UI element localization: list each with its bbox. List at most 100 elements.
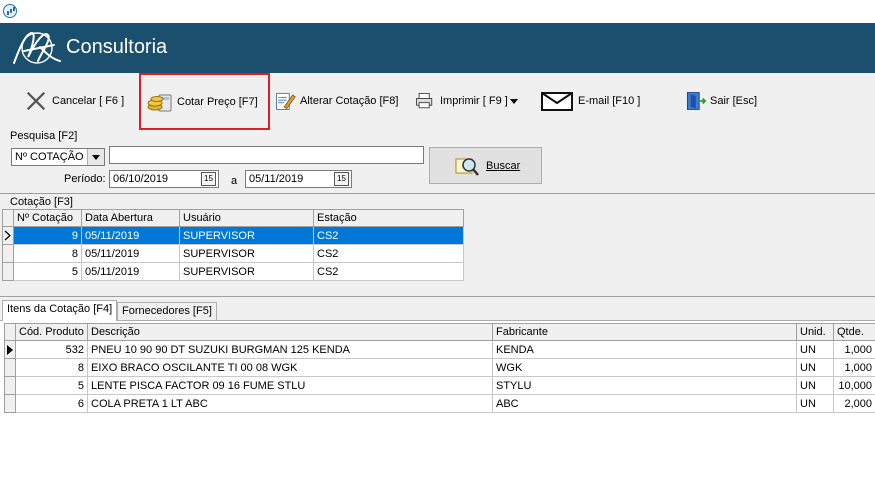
chevron-down-icon[interactable] [87, 149, 104, 165]
cell-description: COLA PRETA 1 LT ABC [87, 394, 493, 413]
search-field-select[interactable]: Nº COTAÇÃO [11, 148, 105, 166]
cell-product-code: 6 [15, 394, 88, 413]
items-header-row: Cód. Produto Descrição Fabricante Unid. … [4, 323, 875, 341]
cell-user: SUPERVISOR [179, 244, 314, 263]
items-table: Cód. Produto Descrição Fabricante Unid. … [4, 323, 875, 413]
row-pointer-icon [4, 230, 11, 241]
table-row[interactable]: 5 LENTE PISCA FACTOR 09 16 FUME STLU STY… [4, 376, 875, 395]
row-indicator [2, 226, 14, 245]
column-header[interactable]: Unid. [796, 323, 834, 341]
envelope-icon [541, 92, 573, 111]
row-indicator [2, 244, 14, 263]
email-label: E-mail [F10 ] [578, 95, 641, 107]
cell-open-date: 05/11/2019 [81, 226, 180, 245]
quote-price-button[interactable]: Cotar Preço [F7] [139, 73, 270, 130]
row-indicator-header [4, 323, 16, 341]
quotes-section-title: Cotação [F3] [10, 196, 73, 208]
column-header[interactable]: Estação [313, 209, 464, 227]
divider [0, 296, 875, 297]
date-to-field[interactable]: 05/11/2019 15 [245, 170, 352, 188]
cancel-label: Cancelar [ F6 ] [52, 95, 125, 107]
column-header[interactable]: Qtde. [833, 323, 875, 341]
tab-quote-items[interactable]: Itens da Cotação [F4] [2, 300, 118, 321]
cell-quote-number: 8 [13, 244, 82, 263]
tab-suppliers[interactable]: Fornecedores [F5] [117, 302, 217, 320]
cell-quote-number: 5 [13, 262, 82, 281]
row-indicator [4, 358, 16, 377]
column-header[interactable]: Usuário [179, 209, 314, 227]
print-button[interactable]: Imprimir [ F9 ] [414, 83, 518, 119]
exit-button[interactable]: Sair [Esc] [684, 83, 757, 119]
cell-quantity: 1,000 [833, 358, 875, 377]
table-row[interactable]: 9 05/11/2019 SUPERVISOR CS2 [2, 226, 464, 245]
email-button[interactable]: E-mail [F10 ] [540, 83, 640, 119]
chevron-down-icon[interactable] [509, 98, 518, 104]
cell-unit: UN [796, 358, 834, 377]
column-header[interactable]: Fabricante [492, 323, 797, 341]
period-separator: a [231, 175, 238, 187]
cell-quantity: 2,000 [833, 394, 875, 413]
current-row-icon [7, 345, 13, 355]
row-indicator [4, 376, 16, 395]
quotes-table: Nº Cotação Data Abertura Usuário Estação… [2, 209, 464, 281]
cell-station: CS2 [313, 244, 464, 263]
table-row[interactable]: 8 05/11/2019 SUPERVISOR CS2 [2, 244, 464, 263]
search-field-value: Nº COTAÇÃO [15, 151, 84, 163]
print-label: Imprimir [ F9 ] [440, 95, 508, 107]
cell-manufacturer: KENDA [492, 340, 797, 359]
period-label: Período: [64, 173, 106, 185]
cell-product-code: 8 [15, 358, 88, 377]
row-indicator-header [2, 209, 14, 227]
cell-quantity: 1,000 [833, 340, 875, 359]
cell-user: SUPERVISOR [179, 226, 314, 245]
cancel-button[interactable]: Cancelar [ F6 ] [24, 83, 124, 119]
cell-quantity: 10,000 [833, 376, 875, 395]
column-header[interactable]: Data Abertura [81, 209, 180, 227]
exit-door-icon [686, 92, 706, 110]
quote-price-label: Cotar Preço [F7] [177, 95, 258, 108]
cell-description: LENTE PISCA FACTOR 09 16 FUME STLU [87, 376, 493, 395]
calendar-icon[interactable]: 15 [334, 172, 349, 186]
cell-quote-number: 9 [13, 226, 82, 245]
cell-unit: UN [796, 394, 834, 413]
table-row[interactable]: 6 COLA PRETA 1 LT ABC ABC UN 2,000 [4, 394, 875, 413]
search-button-label: Buscar [486, 159, 521, 172]
edit-document-icon [276, 92, 296, 110]
row-indicator [2, 262, 14, 281]
row-indicator [4, 340, 16, 359]
edit-quote-button[interactable]: Alterar Cotação [F8] [274, 83, 398, 119]
column-header[interactable]: Nº Cotação [13, 209, 82, 227]
title-bar [0, 0, 875, 23]
cell-unit: UN [796, 340, 834, 359]
logo-signature [13, 31, 61, 64]
calendar-icon[interactable]: 15 [201, 172, 216, 186]
row-indicator [4, 394, 16, 413]
exit-label: Sair [Esc] [710, 95, 758, 107]
search-input[interactable] [109, 146, 424, 164]
brand-title: Consultoria [66, 36, 168, 58]
column-header[interactable]: Cód. Produto [15, 323, 88, 341]
search-button[interactable]: Buscar [429, 147, 542, 184]
date-to-value: 05/11/2019 [249, 173, 304, 185]
cell-station: CS2 [313, 262, 464, 281]
cell-manufacturer: ABC [492, 394, 797, 413]
cell-unit: UN [796, 376, 834, 395]
close-x-icon [26, 91, 46, 111]
cell-product-code: 5 [15, 376, 88, 395]
cell-product-code: 532 [15, 340, 88, 359]
column-header[interactable]: Descrição [87, 323, 493, 341]
table-row[interactable]: 8 EIXO BRACO OSCILANTE TI 00 08 WGK WGK … [4, 358, 875, 377]
table-row[interactable]: 532 PNEU 10 90 90 DT SUZUKI BURGMAN 125 … [4, 340, 875, 359]
app-chart-icon [3, 4, 17, 18]
date-from-field[interactable]: 06/10/2019 15 [109, 170, 219, 188]
cell-manufacturer: WGK [492, 358, 797, 377]
cell-open-date: 05/11/2019 [81, 262, 180, 281]
coins-calculator-icon [147, 94, 172, 111]
tab-strip: Itens da Cotação [F4] Fornecedores [F5] [0, 300, 875, 321]
cell-description: PNEU 10 90 90 DT SUZUKI BURGMAN 125 KEND… [87, 340, 493, 359]
table-row[interactable]: 5 05/11/2019 SUPERVISOR CS2 [2, 262, 464, 281]
cell-manufacturer: STYLU [492, 376, 797, 395]
cell-description: EIXO BRACO OSCILANTE TI 00 08 WGK [87, 358, 493, 377]
edit-quote-label: Alterar Cotação [F8] [300, 95, 399, 107]
search-section-title: Pesquisa [F2] [10, 130, 78, 142]
